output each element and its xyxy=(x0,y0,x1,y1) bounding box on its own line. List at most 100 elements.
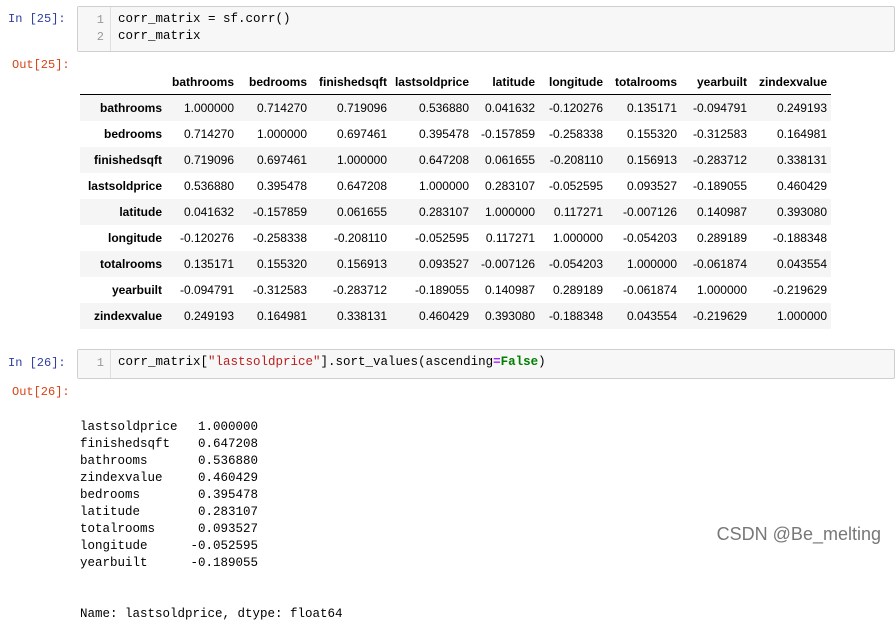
table-cell: 0.338131 xyxy=(776,153,827,167)
table-row: totalrooms 0.135171 0.155320 0.156913 0.0935… xyxy=(80,251,831,277)
column-header: longitude xyxy=(535,70,603,95)
table-cell: 1.000000 xyxy=(626,257,677,271)
input-prompt-25: In [25]: xyxy=(8,12,66,26)
series-value: 0.536880 xyxy=(197,454,258,468)
table-cell: -0.157859 xyxy=(480,127,535,141)
line-number-gutter: 1 xyxy=(78,350,111,378)
table-cell: 0.697461 xyxy=(336,127,387,141)
code-cell-input-26[interactable]: 1 corr_matrix["lastsoldprice"].sort_valu… xyxy=(77,349,895,379)
table-cell: 0.061655 xyxy=(336,205,387,219)
table-cell: -0.188348 xyxy=(548,309,603,323)
series-value: -0.052595 xyxy=(190,539,258,553)
code-text: ].sort_values(ascending xyxy=(320,355,494,369)
table-cell: -0.007126 xyxy=(622,205,677,219)
series-index: totalrooms xyxy=(80,522,156,536)
table-row: bedrooms 0.714270 1.000000 0.697461 0.395478… xyxy=(80,121,831,147)
row-index-label: lastsoldprice xyxy=(87,179,162,193)
table-cell: -0.061874 xyxy=(692,257,747,271)
table-cell: 0.289189 xyxy=(696,231,747,245)
table-cell: 0.093527 xyxy=(418,257,469,271)
table-cell: 0.164981 xyxy=(256,309,307,323)
output-prompt-25: Out[25]: xyxy=(12,58,70,72)
series-value: 0.460429 xyxy=(197,471,258,485)
table-cell: -0.258338 xyxy=(548,127,603,141)
table-row: longitude -0.120276 -0.258338 -0.208110 -0.0… xyxy=(80,225,831,251)
table-cell: -0.094791 xyxy=(692,101,747,115)
column-header: totalrooms xyxy=(603,70,677,95)
row-index-label: longitude xyxy=(108,231,162,245)
table-cell: 0.249193 xyxy=(776,101,827,115)
series-row: bathrooms 0.536880 xyxy=(80,453,343,470)
table-cell: 0.156913 xyxy=(626,153,677,167)
series-index: longitude xyxy=(80,539,148,553)
table-cell: -0.258338 xyxy=(252,231,307,245)
code-string: "lastsoldprice" xyxy=(208,355,321,369)
column-header: latitude xyxy=(469,70,535,95)
table-cell: 0.117271 xyxy=(485,231,535,245)
table-cell: -0.219629 xyxy=(692,309,747,323)
series-index: zindexvalue xyxy=(80,471,163,485)
table-cell: 0.041632 xyxy=(183,205,234,219)
watermark: CSDN @Be_melting xyxy=(716,524,881,544)
correlation-matrix-table: bathrooms bedrooms finishedsqft lastsold… xyxy=(80,70,831,329)
column-header: bathrooms xyxy=(162,70,234,95)
table-cell: -0.052595 xyxy=(548,179,603,193)
series-row: finishedsqft 0.647208 xyxy=(80,436,343,453)
code-line: corr_matrix["lastsoldprice"].sort_values… xyxy=(118,355,546,369)
series-row: latitude 0.283107 xyxy=(80,504,343,521)
column-header: yearbuilt xyxy=(677,70,747,95)
series-row: lastsoldprice 1.000000 xyxy=(80,419,343,436)
table-cell: 0.093527 xyxy=(626,179,677,193)
table-cell: 0.164981 xyxy=(776,127,827,141)
table-row: zindexvalue 0.249193 0.164981 0.338131 0.460… xyxy=(80,303,831,329)
table-cell: -0.188348 xyxy=(772,231,827,245)
table-cell: 0.117271 xyxy=(553,205,603,219)
table-cell: -0.189055 xyxy=(414,283,469,297)
table-header-row: bathrooms bedrooms finishedsqft lastsold… xyxy=(80,70,831,95)
series-row: yearbuilt -0.189055 xyxy=(80,555,343,572)
series-value: 0.395478 xyxy=(197,488,258,502)
table-cell: -0.054203 xyxy=(622,231,677,245)
table-cell: -0.120276 xyxy=(179,231,234,245)
table-cell: 0.697461 xyxy=(256,153,307,167)
table-cell: -0.052595 xyxy=(414,231,469,245)
code-keyword: False xyxy=(500,355,539,369)
table-cell: 0.140987 xyxy=(484,283,535,297)
table-cell: 0.395478 xyxy=(418,127,469,141)
table-cell: -0.120276 xyxy=(548,101,603,115)
table-cell: -0.219629 xyxy=(772,283,827,297)
index-header xyxy=(80,70,162,95)
table-cell: -0.208110 xyxy=(333,231,387,245)
series-row: zindexvalue 0.460429 xyxy=(80,470,343,487)
series-index: lastsoldprice xyxy=(80,420,178,434)
table-cell: 0.041632 xyxy=(484,101,535,115)
table-cell: 0.714270 xyxy=(256,101,307,115)
table-cell: 1.000000 xyxy=(418,179,469,193)
output-prompt-26: Out[26]: xyxy=(12,385,70,399)
table-cell: 0.135171 xyxy=(183,257,234,271)
line-number: 2 xyxy=(96,30,104,44)
table-row: bathrooms 1.000000 0.714270 0.719096 0.53688… xyxy=(80,94,831,121)
table-cell: 1.000000 xyxy=(696,283,747,297)
code-line: corr_matrix = sf.corr() xyxy=(118,12,291,26)
code-text: ) xyxy=(538,355,546,369)
code-cell-input-25[interactable]: 1 2 corr_matrix = sf.corr() corr_matrix xyxy=(77,6,895,52)
series-row: totalrooms 0.093527 xyxy=(80,521,343,538)
table-cell: 0.155320 xyxy=(256,257,307,271)
table-cell: -0.054203 xyxy=(548,257,603,271)
table-cell: 0.135171 xyxy=(626,101,677,115)
table-cell: 0.155320 xyxy=(626,127,677,141)
table-cell: 1.000000 xyxy=(256,127,307,141)
series-value: 0.283107 xyxy=(197,505,258,519)
series-index: yearbuilt xyxy=(80,556,148,570)
table-row: lastsoldprice 0.536880 0.395478 0.647208 1.0… xyxy=(80,173,831,199)
table-cell: 0.289189 xyxy=(552,283,603,297)
table-cell: 0.338131 xyxy=(336,309,387,323)
table-cell: 0.393080 xyxy=(776,205,827,219)
table-cell: 0.714270 xyxy=(183,127,234,141)
series-output: lastsoldprice 1.000000 finishedsqft 0.64720… xyxy=(80,385,343,640)
table-cell: 0.061655 xyxy=(484,153,535,167)
table-cell: 0.719096 xyxy=(336,101,387,115)
input-prompt-26: In [26]: xyxy=(8,356,66,370)
table-cell: 0.283107 xyxy=(418,205,469,219)
